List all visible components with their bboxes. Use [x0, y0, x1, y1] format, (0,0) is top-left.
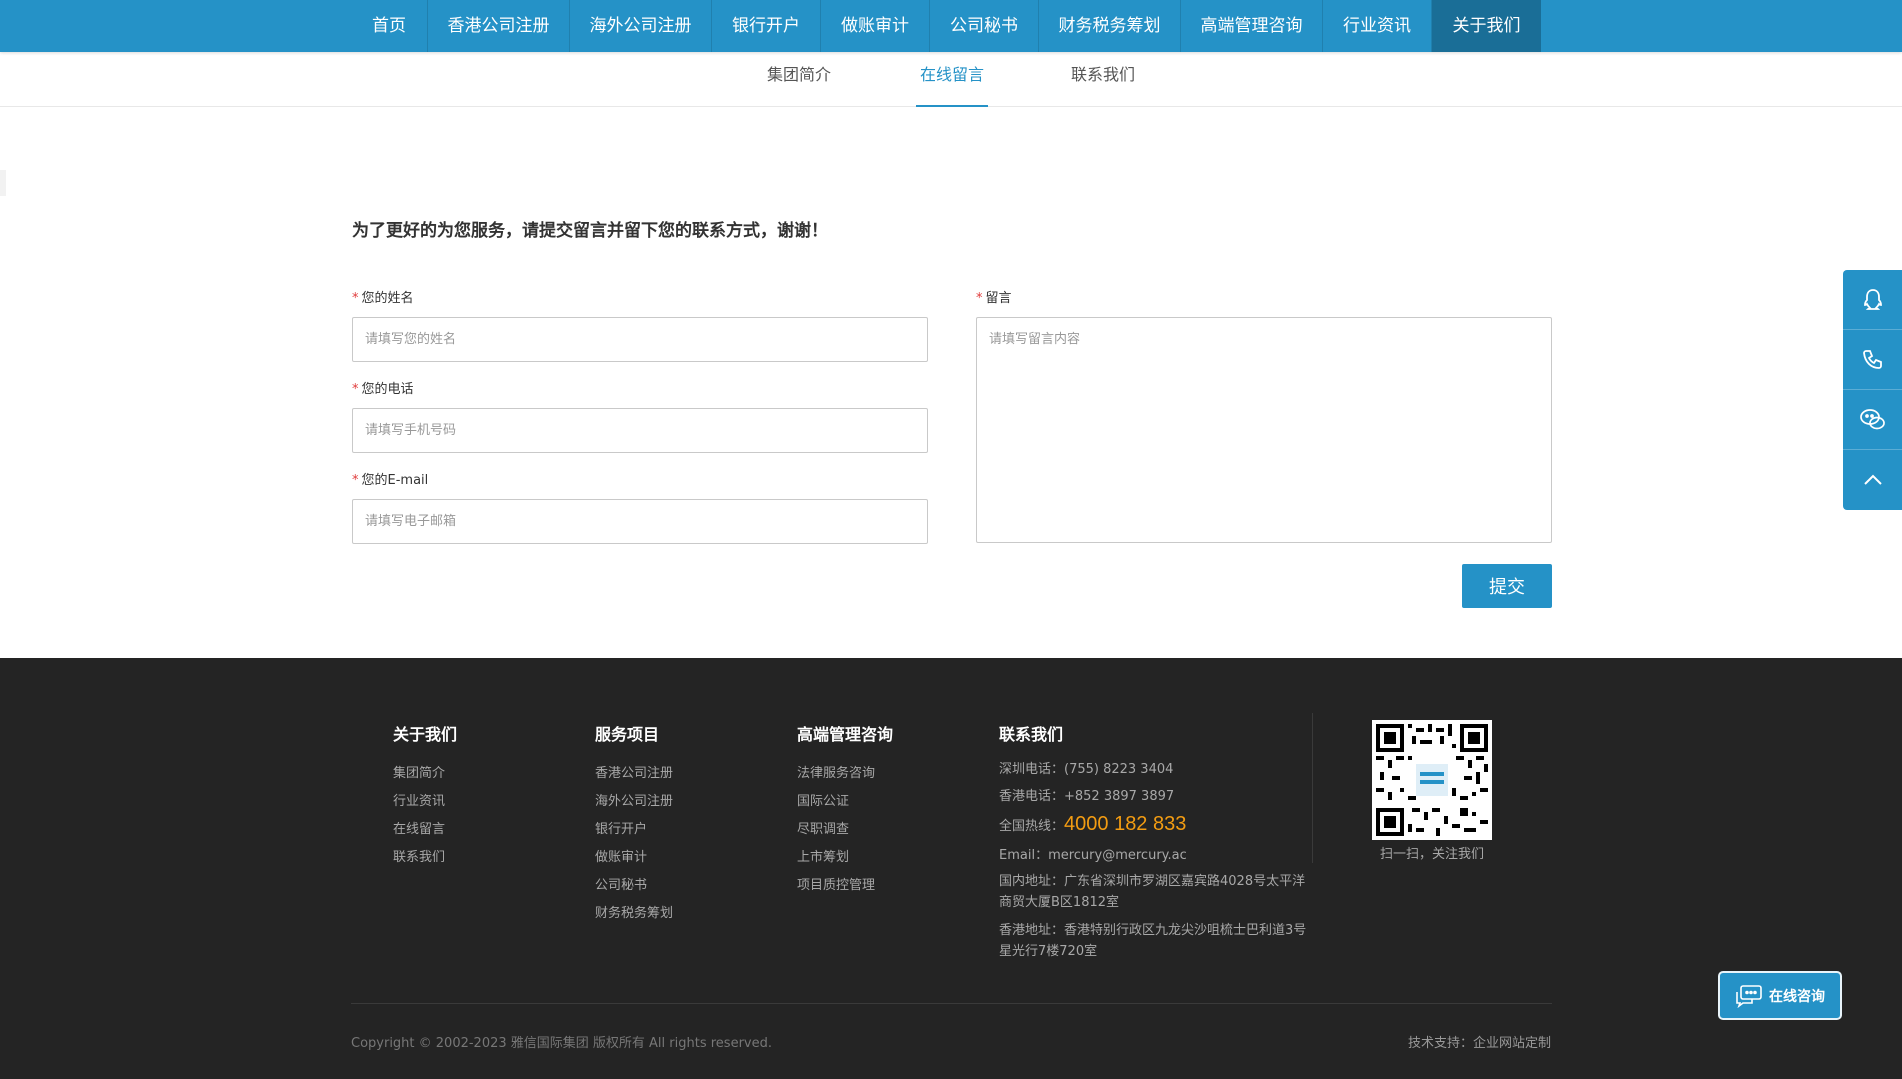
nav-item-6[interactable]: 财务税务筹划 [1039, 0, 1181, 52]
back-to-top-button[interactable] [1843, 450, 1902, 510]
hotline-number: 4000 182 833 [1064, 813, 1187, 835]
tech-support-label: 技术支持： [1407, 1036, 1473, 1051]
hotline: 全国热线：4000 182 833 [999, 813, 1187, 835]
footer-vertical-divider [1312, 713, 1313, 863]
hk-address: 香港地址：香港特别行政区九龙尖沙咀梳士巴利道3号星光行7楼720室 [999, 923, 1307, 959]
footer-link[interactable]: 国际公证 [797, 790, 849, 809]
qr-caption: 扫一扫，关注我们 [1379, 847, 1484, 862]
back-to-top-icon [1863, 474, 1882, 485]
phone-button[interactable] [1843, 330, 1902, 390]
subnav-item-contact-us[interactable]: 联系我们 [1058, 52, 1148, 107]
nav-item-4[interactable]: 做账审计 [821, 0, 930, 52]
domestic-address: 国内地址：广东省深圳市罗湖区嘉宾路4028号太平洋商贸大厦B区1812室 [999, 874, 1306, 910]
chat-bubble-icon [1736, 984, 1762, 1008]
sub-navigation: 集团简介 在线留言 联系我们 [0, 52, 1902, 107]
tech-support-link[interactable]: 企业网站定制 [1473, 1036, 1551, 1051]
footer-horizontal-divider [351, 1003, 1552, 1004]
left-edge-marker [0, 170, 6, 196]
message-label: * 留言 [976, 291, 1012, 306]
required-mark: * [352, 382, 359, 397]
footer-link[interactable]: 法律服务咨询 [797, 762, 875, 781]
nav-item-7[interactable]: 高端管理咨询 [1181, 0, 1323, 52]
online-consult-button[interactable]: 在线咨询 [1718, 971, 1842, 1020]
top-navigation-items: 首页 香港公司注册 海外公司注册 银行开户 做账审计 公司秘书 财务税务筹划 高端管理咨询 行业… [351, 0, 1541, 52]
footer-consulting-title: 高端管理咨询 [797, 725, 894, 744]
nav-item-1[interactable]: 香港公司注册 [428, 0, 570, 52]
required-mark: * [976, 291, 983, 306]
footer-services-title: 服务项目 [595, 725, 660, 744]
name-input[interactable] [352, 317, 928, 362]
footer-link[interactable]: 集团简介 [393, 762, 445, 781]
shenzhen-phone: 深圳电话：(755) 8223 3404 [999, 762, 1174, 777]
footer-link[interactable]: 行业资讯 [393, 790, 445, 809]
footer-link[interactable]: 香港公司注册 [595, 762, 673, 781]
tech-support: 技术支持：企业网站定制 [1408, 1032, 1551, 1051]
nav-item-0[interactable]: 首页 [351, 0, 428, 52]
subnav-item-group-intro[interactable]: 集团简介 [754, 52, 844, 107]
nav-item-2[interactable]: 海外公司注册 [570, 0, 712, 52]
name-label: * 您的姓名 [352, 291, 414, 306]
footer [0, 658, 1902, 1079]
submit-button[interactable]: 提交 [1462, 564, 1552, 608]
subnav-item-online-message[interactable]: 在线留言 [916, 52, 988, 107]
online-consult-label: 在线咨询 [1769, 988, 1825, 1005]
footer-link[interactable]: 项目质控管理 [797, 874, 875, 893]
footer-link[interactable]: 财务税务筹划 [595, 902, 673, 921]
qq-button[interactable] [1843, 270, 1902, 330]
qr-code-icon [1376, 724, 1488, 836]
phone-icon [1862, 349, 1882, 369]
qq-icon [1863, 288, 1882, 310]
wechat-icon [1859, 408, 1885, 429]
footer-about-title: 关于我们 [393, 725, 458, 744]
email-label: * 您的E-mail [352, 473, 429, 488]
required-mark: * [352, 291, 359, 306]
qr-code [1372, 720, 1492, 840]
footer-link[interactable]: 在线留言 [393, 818, 445, 837]
copyright: Copyright © 2002-2023 雅信国际集团 版权所有 All ri… [351, 1036, 772, 1051]
form-intro-text: 为了更好的为您服务，请提交留言并留下您的联系方式，谢谢！ [352, 221, 828, 241]
footer-link[interactable]: 银行开户 [595, 818, 647, 837]
side-float-toolbar [1843, 270, 1902, 510]
hk-phone: 香港电话：+852 3897 3897 [999, 789, 1175, 804]
nav-item-3[interactable]: 银行开户 [712, 0, 821, 52]
wechat-button[interactable] [1843, 390, 1902, 450]
nav-item-9[interactable]: 关于我们 [1432, 0, 1541, 52]
footer-link[interactable]: 联系我们 [393, 846, 445, 865]
phone-input[interactable] [352, 408, 928, 453]
message-textarea[interactable] [976, 317, 1552, 543]
email-input[interactable] [352, 499, 928, 544]
footer-link[interactable]: 海外公司注册 [595, 790, 673, 809]
footer-link[interactable]: 公司秘书 [595, 874, 647, 893]
nav-item-5[interactable]: 公司秘书 [930, 0, 1039, 52]
footer-link[interactable]: 尽职调查 [797, 818, 849, 837]
phone-label: * 您的电话 [352, 382, 414, 397]
footer-link[interactable]: 做账审计 [595, 846, 647, 865]
top-navigation: 首页 香港公司注册 海外公司注册 银行开户 做账审计 公司秘书 财务税务筹划 高端管理咨询 行业… [0, 0, 1902, 52]
nav-item-8[interactable]: 行业资讯 [1323, 0, 1432, 52]
contact-email: Email：mercury@mercury.ac [999, 848, 1187, 863]
footer-link[interactable]: 上市筹划 [797, 846, 849, 865]
required-mark: * [352, 473, 359, 488]
footer-contact-title: 联系我们 [999, 725, 1064, 744]
